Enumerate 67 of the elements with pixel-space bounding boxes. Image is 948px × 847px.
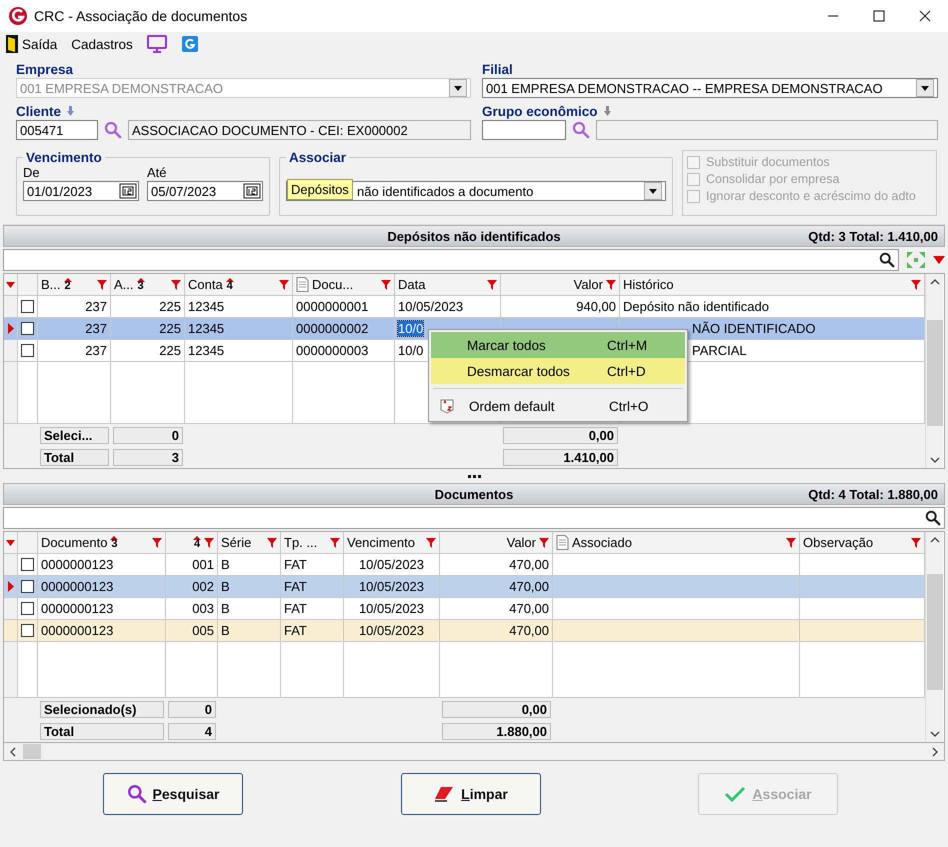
column-title: Observação (803, 535, 874, 550)
footer-label: Total (40, 448, 109, 466)
column-title: Valor (574, 277, 603, 292)
sort-order-indicator: 3 (136, 278, 145, 291)
table-cell: 005 (166, 620, 218, 642)
field-label: Grupo econômico (482, 104, 598, 118)
sort-order-indicator: 3 (110, 536, 118, 549)
grid-summary: Qtd: 3 Total: 1.410,00 (808, 228, 938, 244)
column-title: B... (41, 277, 61, 292)
column-title: Associado (572, 535, 632, 550)
grid-title: Documentos (434, 486, 514, 502)
column-title: Histórico (623, 277, 674, 292)
tooltip: Depósitos (287, 179, 353, 200)
field-label: De (23, 165, 41, 180)
column-title: Tp. ... (284, 535, 318, 550)
table-cell: 225 (111, 318, 185, 340)
field-label: Empresa (16, 62, 74, 76)
selected-text: 10/0 (398, 321, 424, 336)
grid-title: Depósitos não identificados (387, 228, 561, 244)
sort-order-indicator: 4 (226, 278, 234, 291)
table-cell: 12345 (185, 340, 293, 362)
window-title: CRC - Associação de documentos (34, 8, 248, 24)
column-title: Conta (188, 277, 223, 292)
table-cell: 0000000003 (293, 340, 395, 362)
column-title: Vencimento (347, 535, 415, 550)
table-cell: 470,00 (440, 620, 553, 642)
sort-order-indicator: 2 (64, 278, 72, 291)
column-title: Valor (506, 535, 536, 550)
table-cell: 237 (38, 318, 111, 340)
column-title: Série (221, 535, 252, 550)
table-cell: 225 (111, 340, 185, 362)
group-label: Vencimento (25, 150, 103, 165)
footer-count: 0 (168, 700, 216, 718)
table-cell: 10/05/2023 (344, 620, 440, 642)
table-cell: 0000000123 (38, 620, 166, 642)
footer-count: 3 (113, 448, 183, 466)
table-cell: FAT (281, 620, 344, 642)
footer-total: 0,00 (503, 426, 618, 444)
column-title: Docu... (312, 277, 354, 292)
group-label: Associar (288, 150, 348, 165)
table-cell: B (218, 576, 281, 598)
field-label: Filial (482, 62, 513, 76)
footer-label: Seleci... (40, 426, 109, 444)
table-cell: 12345 (185, 318, 293, 340)
field-label: Cliente (16, 104, 62, 118)
table-cell: 0000000002 (293, 318, 395, 340)
sort-order-indicator: 4 (193, 536, 201, 549)
footer-count: 0 (113, 426, 183, 444)
footer-total: 0,00 (442, 700, 551, 718)
column-title: A... (114, 277, 134, 292)
footer-total: 1.410,00 (503, 448, 618, 466)
field-label: Até (147, 165, 168, 180)
table-cell: FAT (281, 576, 344, 598)
footer-label: Total (40, 722, 164, 740)
client-name-field: ASSOCIACAO DOCUMENTO - CEI: EX000002 (128, 120, 471, 140)
table-cell: 002 (166, 576, 218, 598)
column-title: Data (398, 277, 426, 292)
table-cell: 0000000123 (38, 576, 166, 598)
column-title: Documento (41, 535, 108, 550)
grid-summary: Qtd: 4 Total: 1.880,00 (808, 486, 938, 502)
table-cell: 10/05/2023 (344, 576, 440, 598)
table-cell: 237 (38, 340, 111, 362)
table-cell: B (218, 620, 281, 642)
table-cell: 470,00 (440, 576, 553, 598)
footer-label: Selecionado(s) (40, 700, 164, 718)
footer-total: 1.880,00 (442, 722, 551, 740)
footer-count: 4 (168, 722, 216, 740)
